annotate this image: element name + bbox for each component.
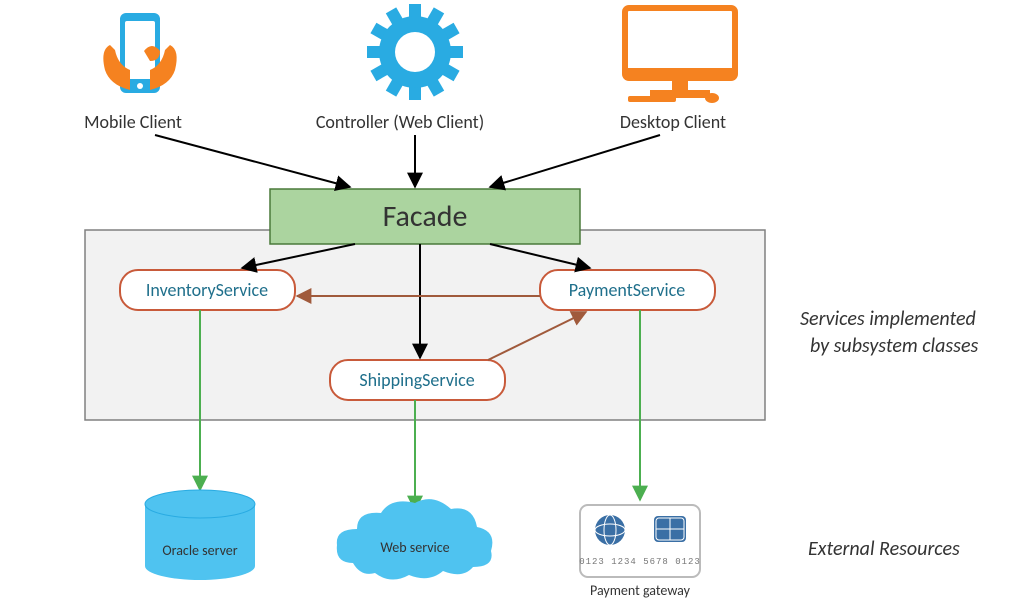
inventory-service-label: InventoryService xyxy=(146,279,268,301)
desktop-client-label: Desktop Client xyxy=(620,111,726,133)
oracle-server-label: Oracle server xyxy=(162,542,237,559)
web-client-label: Controller (Web Client) xyxy=(316,111,484,133)
mobile-client-label: Mobile Client xyxy=(84,111,182,133)
side-label-resources: External Resources xyxy=(808,537,960,561)
oracle-server-icon xyxy=(145,490,255,580)
payment-service-label: PaymentService xyxy=(569,279,686,301)
desktop-client-icon xyxy=(625,8,735,103)
card-digits: 0123 1234 5678 0123 xyxy=(579,557,701,567)
side-label-services-l2: by subsystem classes xyxy=(810,334,979,358)
mobile-client-icon xyxy=(103,13,176,93)
side-label-services-l1: Services implemented xyxy=(800,307,976,331)
payment-gateway-label: Payment gateway xyxy=(590,582,691,599)
shipping-service-label: ShippingService xyxy=(359,369,474,391)
web-service-label: Web service xyxy=(380,539,449,556)
payment-gateway-icon: 0123 1234 5678 0123 xyxy=(579,505,701,577)
web-client-icon xyxy=(367,4,463,100)
arrow-mobile-to-facade xyxy=(155,135,350,187)
facade-label: Facade xyxy=(383,198,468,235)
arrow-desktop-to-facade xyxy=(490,135,660,187)
